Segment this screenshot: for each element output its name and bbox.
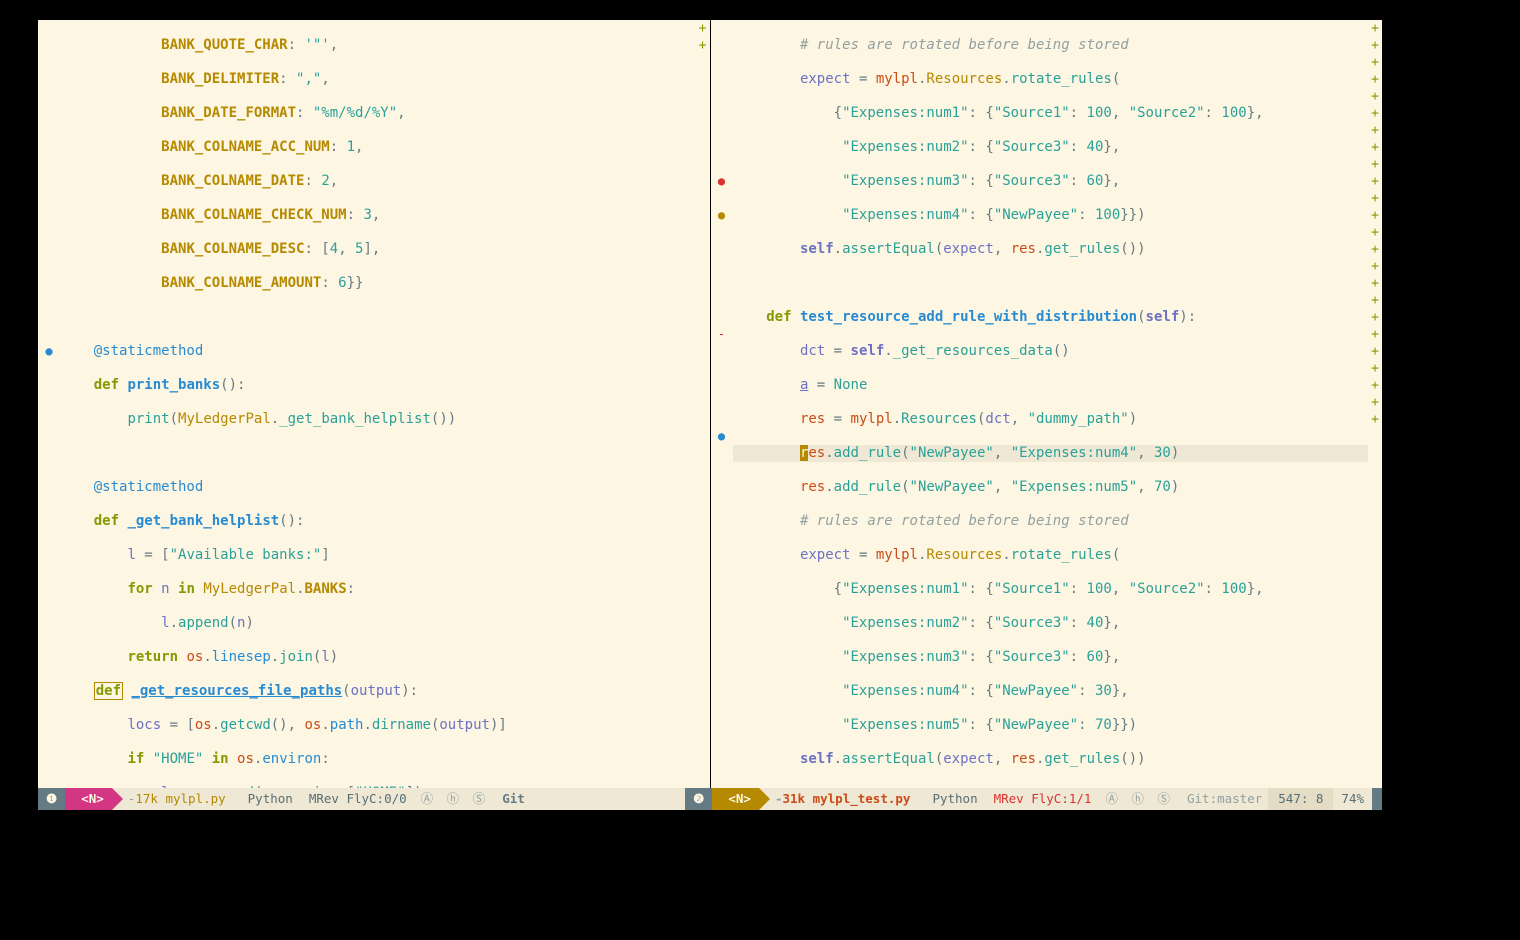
minor-modes[interactable]: MRev FlyC:0/0 — [301, 788, 415, 810]
diff-added-icon: + — [1368, 20, 1382, 37]
right-code-area[interactable]: # rules are rotated before being stored … — [733, 20, 1369, 788]
buffer-size: 17k — [135, 788, 158, 810]
fringe-marker-info: ● — [38, 343, 60, 360]
major-mode[interactable]: Python — [918, 788, 985, 810]
diff-added-icon: + — [696, 20, 710, 37]
evil-state-indicator: <N> — [712, 788, 759, 810]
major-mode[interactable]: Python — [234, 788, 301, 810]
buffer-filename: mylpl_test.py — [813, 788, 911, 810]
current-line: res.add_rule("NewPayee", "Expenses:num4"… — [733, 445, 1369, 462]
left-code-area[interactable]: BANK_QUOTE_CHAR: '"', BANK_DELIMITER: ",… — [60, 20, 696, 788]
left-pane[interactable]: ● BANK_QUOTE_CHAR: '"', BANK_DELIMITER: … — [38, 20, 711, 788]
modeline-icons: Ⓐ ⓗ Ⓢ — [1099, 788, 1179, 810]
editor-frame: ● BANK_QUOTE_CHAR: '"', BANK_DELIMITER: … — [38, 20, 1382, 810]
right-pane[interactable]: ● ● - ● # rules are rotated before being… — [711, 20, 1383, 788]
split-container: ● BANK_QUOTE_CHAR: '"', BANK_DELIMITER: … — [38, 20, 1382, 788]
buffer-size: 31k — [782, 788, 805, 810]
left-fringe: ● — [38, 20, 60, 788]
buffer-name[interactable]: - 31k mylpl_test.py — [759, 788, 918, 810]
fringe-marker-error: ● — [711, 173, 733, 190]
vc-segment[interactable]: Git — [494, 788, 531, 810]
right-modeline[interactable]: ❷ <N> - 31k mylpl_test.py Python MRev Fl… — [685, 788, 1382, 810]
right-diff-gutter: +++++++ +++++++++ ++++++ ++ — [1368, 20, 1382, 788]
scroll-percent: 74% — [1333, 788, 1372, 810]
scroll-indicator — [1372, 788, 1382, 810]
right-fringe: ● ● - ● — [711, 20, 733, 788]
cursor-position: 547: 8 — [1268, 788, 1333, 810]
window-number: ❶ — [38, 788, 65, 810]
buffer-name[interactable]: - 17k mylpl.py — [112, 788, 234, 810]
left-diff-gutter: + + — [696, 20, 710, 788]
left-modeline[interactable]: ❶ <N> - 17k mylpl.py Python MRev FlyC:0/… — [38, 788, 685, 810]
diff-added-icon: + — [696, 37, 710, 54]
vc-segment[interactable]: Git:master — [1179, 788, 1268, 810]
minor-modes[interactable]: MRev FlyC:1/1 — [986, 788, 1100, 810]
modeline-icons: Ⓐ ⓗ Ⓢ — [415, 788, 495, 810]
buffer-filename: mylpl.py — [165, 788, 225, 810]
fringe-marker-warn: ● — [711, 207, 733, 224]
window-number: ❷ — [685, 788, 712, 810]
fringe-marker-info: ● — [711, 428, 733, 445]
evil-state-indicator: <N> — [65, 788, 112, 810]
fringe-marker-removed: - — [711, 326, 733, 343]
modeline-bar: ❶ <N> - 17k mylpl.py Python MRev FlyC:0/… — [38, 788, 1382, 810]
